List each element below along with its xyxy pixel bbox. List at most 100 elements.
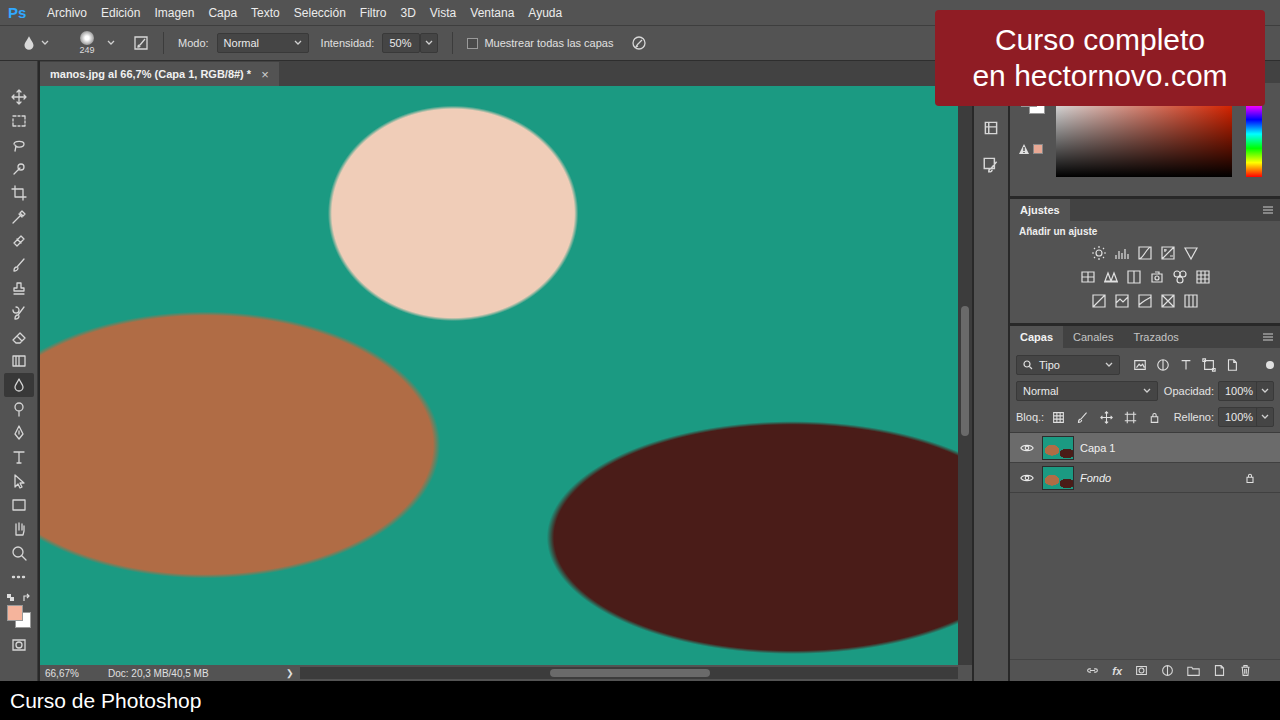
lock-all-icon[interactable] xyxy=(1148,411,1161,424)
tool-button[interactable] xyxy=(4,157,34,181)
menu-item[interactable]: Ventana xyxy=(463,6,521,20)
lock-artboard-icon[interactable] xyxy=(1124,411,1137,424)
tool-button[interactable] xyxy=(4,421,34,445)
panel-tab[interactable]: Canales xyxy=(1063,326,1123,348)
opacity-field[interactable]: 100% xyxy=(1218,381,1258,401)
selective-color-icon[interactable] xyxy=(1160,293,1176,309)
color-balance-icon[interactable] xyxy=(1103,269,1119,285)
brush-preview[interactable]: 249 xyxy=(75,31,99,55)
tool-button[interactable] xyxy=(4,469,34,493)
pressure-icon[interactable] xyxy=(631,35,647,51)
shape-filter-icon[interactable] xyxy=(1202,358,1216,372)
tool-button[interactable] xyxy=(4,301,34,325)
new-layer-icon[interactable] xyxy=(1213,664,1226,677)
layer-row[interactable]: Capa 1 xyxy=(1010,433,1280,463)
posterize-icon[interactable] xyxy=(1114,293,1130,309)
visibility-toggle[interactable] xyxy=(1018,441,1036,455)
tool-button[interactable] xyxy=(4,181,34,205)
hue-saturation-icon[interactable] xyxy=(1080,269,1096,285)
filter-toggle[interactable] xyxy=(1266,361,1274,369)
tool-button[interactable] xyxy=(4,445,34,469)
ps-logo[interactable]: Ps xyxy=(8,4,40,21)
menu-item[interactable]: Archivo xyxy=(40,6,94,20)
gamut-swatch[interactable] xyxy=(1033,144,1043,154)
menu-item[interactable]: 3D xyxy=(393,6,422,20)
tool-button[interactable] xyxy=(4,253,34,277)
quick-mask-button[interactable] xyxy=(4,633,34,657)
vibrance-icon[interactable] xyxy=(1183,245,1199,261)
smart-object-filter-icon[interactable] xyxy=(1225,358,1239,372)
curves-icon[interactable] xyxy=(1137,245,1153,261)
fill-slider-button[interactable] xyxy=(1256,407,1274,427)
tool-button[interactable] xyxy=(4,85,34,109)
menu-item[interactable]: Vista xyxy=(423,6,463,20)
menu-item[interactable]: Edición xyxy=(94,6,147,20)
visibility-toggle[interactable] xyxy=(1018,471,1036,485)
layer-row[interactable]: Fondo xyxy=(1010,463,1280,493)
tool-button[interactable] xyxy=(4,109,34,133)
tool-button[interactable] xyxy=(4,277,34,301)
gradient-map-icon[interactable] xyxy=(1183,293,1199,309)
new-group-icon[interactable] xyxy=(1187,664,1200,677)
delete-layer-icon[interactable] xyxy=(1239,664,1252,677)
scroll-thumb[interactable] xyxy=(961,306,969,436)
swap-colors-icon[interactable] xyxy=(22,593,32,603)
horizontal-scrollbar[interactable] xyxy=(300,667,958,679)
brush-panel-icon[interactable] xyxy=(133,35,149,51)
panel-tab[interactable]: Capas xyxy=(1010,326,1063,348)
layer-name[interactable]: Fondo xyxy=(1080,472,1111,484)
tool-button[interactable] xyxy=(4,133,34,157)
opacity-slider-button[interactable] xyxy=(1256,381,1274,401)
gamut-warning-icon[interactable] xyxy=(1018,143,1030,155)
type-filter-icon[interactable] xyxy=(1179,358,1193,372)
new-adjustment-icon[interactable] xyxy=(1161,664,1174,677)
menu-item[interactable]: Selección xyxy=(287,6,353,20)
tool-button[interactable] xyxy=(4,565,34,589)
menu-item[interactable]: Texto xyxy=(244,6,287,20)
default-colors-icon[interactable] xyxy=(6,593,16,603)
exposure-icon[interactable] xyxy=(1160,245,1176,261)
canvas[interactable] xyxy=(40,86,958,665)
link-layers-icon[interactable] xyxy=(1086,664,1099,677)
panel-menu-icon[interactable] xyxy=(1262,332,1274,342)
menu-item[interactable]: Filtro xyxy=(353,6,394,20)
layer-name[interactable]: Capa 1 xyxy=(1080,442,1115,454)
pixel-filter-icon[interactable] xyxy=(1133,358,1147,372)
lock-pixels-icon[interactable] xyxy=(1076,411,1089,424)
checkbox[interactable] xyxy=(467,38,478,49)
tool-button[interactable] xyxy=(4,517,34,541)
sample-all-layers[interactable]: Muestrear todas las capas xyxy=(467,37,613,49)
tool-button[interactable] xyxy=(4,349,34,373)
levels-icon[interactable] xyxy=(1114,245,1130,261)
menu-item[interactable]: Imagen xyxy=(147,6,201,20)
tool-button[interactable] xyxy=(4,205,34,229)
tool-button[interactable] xyxy=(4,397,34,421)
menu-item[interactable]: Ayuda xyxy=(521,6,569,20)
close-tab-button[interactable]: × xyxy=(261,67,269,82)
layer-filter-select[interactable]: Tipo xyxy=(1016,355,1120,375)
tool-button[interactable] xyxy=(4,229,34,253)
scroll-thumb[interactable] xyxy=(550,669,710,677)
photo-filter-icon[interactable] xyxy=(1149,269,1165,285)
tool-button[interactable] xyxy=(4,373,34,397)
invert-icon[interactable] xyxy=(1091,293,1107,309)
status-menu-button[interactable]: ❯ xyxy=(286,668,300,678)
channel-mixer-icon[interactable] xyxy=(1172,269,1188,285)
intensity-field[interactable]: 50% xyxy=(382,33,420,53)
document-tab[interactable]: manos.jpg al 66,7% (Capa 1, RGB/8#) *× xyxy=(40,62,279,86)
vertical-scrollbar[interactable] xyxy=(958,86,972,665)
intensity-slider-button[interactable] xyxy=(420,33,438,53)
lock-transparency-icon[interactable] xyxy=(1052,411,1065,424)
mode-select[interactable]: Normal xyxy=(217,33,309,53)
chevron-down-icon[interactable] xyxy=(107,39,115,47)
menu-item[interactable]: Capa xyxy=(201,6,244,20)
color-lookup-icon[interactable] xyxy=(1195,269,1211,285)
tool-button[interactable] xyxy=(4,493,34,517)
threshold-icon[interactable] xyxy=(1137,293,1153,309)
tool-button[interactable] xyxy=(4,325,34,349)
tool-preset[interactable] xyxy=(20,34,49,52)
layer-style-button[interactable]: fx xyxy=(1112,665,1122,677)
fill-field[interactable]: 100% xyxy=(1218,407,1258,427)
foreground-color[interactable] xyxy=(7,605,23,621)
brush-settings-icon[interactable] xyxy=(982,155,1000,173)
